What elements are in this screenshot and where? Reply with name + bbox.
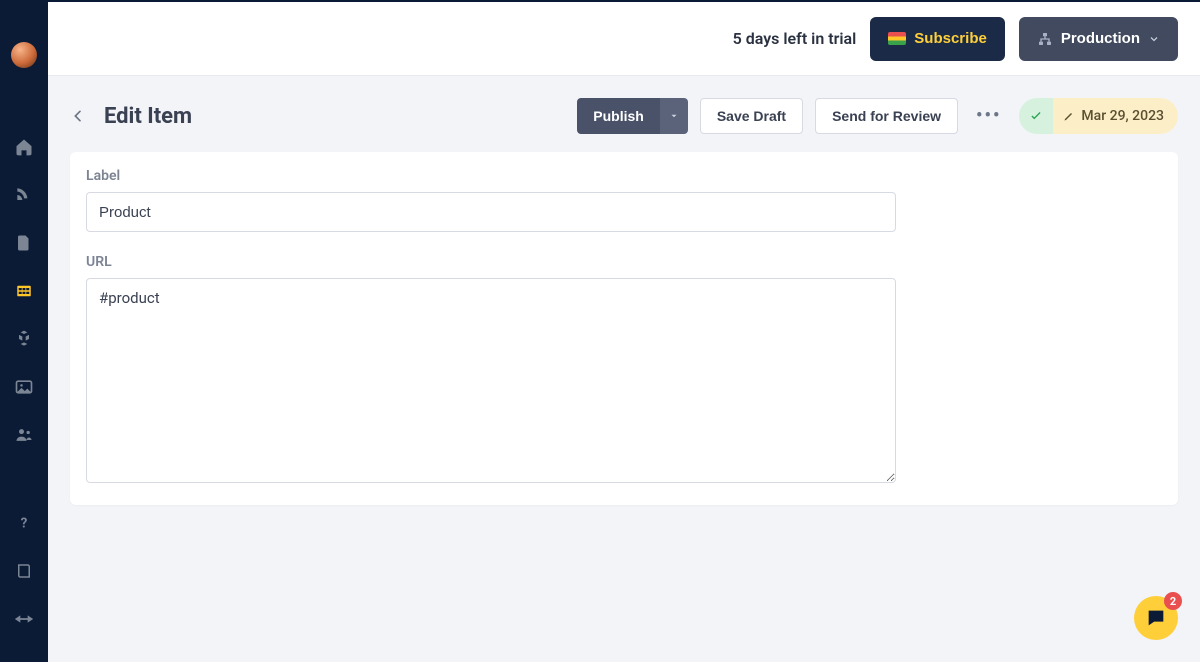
help-icon[interactable]: ? bbox=[13, 512, 35, 534]
subscribe-button[interactable]: Subscribe bbox=[870, 17, 1005, 61]
url-field-label: URL bbox=[86, 254, 1162, 270]
more-button[interactable]: ••• bbox=[970, 107, 1007, 125]
book-icon[interactable] bbox=[13, 560, 35, 582]
publish-group: Publish bbox=[577, 98, 688, 134]
document-icon[interactable] bbox=[13, 232, 35, 254]
page-actions: Publish Save Draft Send for Review ••• M… bbox=[577, 98, 1178, 134]
status-date-wrap: Mar 29, 2023 bbox=[1053, 98, 1178, 134]
chat-widget[interactable]: 2 bbox=[1134, 596, 1178, 640]
chat-badge: 2 bbox=[1164, 592, 1182, 610]
topbar: 5 days left in trial Subscribe Productio… bbox=[48, 2, 1200, 76]
chat-icon bbox=[1145, 607, 1167, 629]
form-card: Label URL bbox=[70, 152, 1178, 505]
subscribe-label: Subscribe bbox=[914, 30, 987, 47]
check-icon bbox=[1029, 109, 1043, 123]
chevron-down-icon bbox=[1148, 33, 1160, 45]
url-field-block: URL bbox=[86, 254, 1162, 487]
status-date: Mar 29, 2023 bbox=[1081, 108, 1164, 124]
trial-text: 5 days left in trial bbox=[733, 29, 857, 48]
status-pill[interactable]: Mar 29, 2023 bbox=[1019, 98, 1178, 134]
users-icon[interactable] bbox=[13, 424, 35, 446]
sidebar: ? bbox=[0, 2, 48, 662]
environment-label: Production bbox=[1061, 30, 1140, 47]
label-field-block: Label bbox=[86, 168, 1162, 232]
blocks-icon[interactable] bbox=[13, 328, 35, 350]
credit-card-icon bbox=[888, 32, 906, 45]
media-icon[interactable] bbox=[13, 376, 35, 398]
api-icon[interactable] bbox=[13, 608, 35, 630]
pencil-icon bbox=[1063, 110, 1075, 122]
svg-text:?: ? bbox=[21, 516, 28, 532]
save-draft-button[interactable]: Save Draft bbox=[700, 98, 803, 134]
url-textarea[interactable] bbox=[86, 278, 896, 483]
blog-icon[interactable] bbox=[13, 184, 35, 206]
grid-icon[interactable] bbox=[13, 280, 35, 302]
avatar[interactable] bbox=[11, 42, 37, 68]
status-check bbox=[1019, 98, 1053, 134]
home-icon[interactable] bbox=[13, 136, 35, 158]
page-title: Edit Item bbox=[104, 104, 192, 129]
label-input[interactable] bbox=[86, 192, 896, 232]
caret-down-icon bbox=[669, 111, 679, 121]
send-review-button[interactable]: Send for Review bbox=[815, 98, 958, 134]
back-button[interactable] bbox=[70, 108, 86, 124]
sitemap-icon bbox=[1037, 31, 1053, 47]
publish-dropdown[interactable] bbox=[660, 98, 688, 134]
environment-dropdown[interactable]: Production bbox=[1019, 17, 1178, 61]
publish-button[interactable]: Publish bbox=[577, 98, 660, 134]
workspace: Edit Item Publish Save Draft Send for Re… bbox=[48, 76, 1200, 662]
label-field-label: Label bbox=[86, 168, 1162, 184]
page-header: Edit Item Publish Save Draft Send for Re… bbox=[70, 98, 1178, 134]
